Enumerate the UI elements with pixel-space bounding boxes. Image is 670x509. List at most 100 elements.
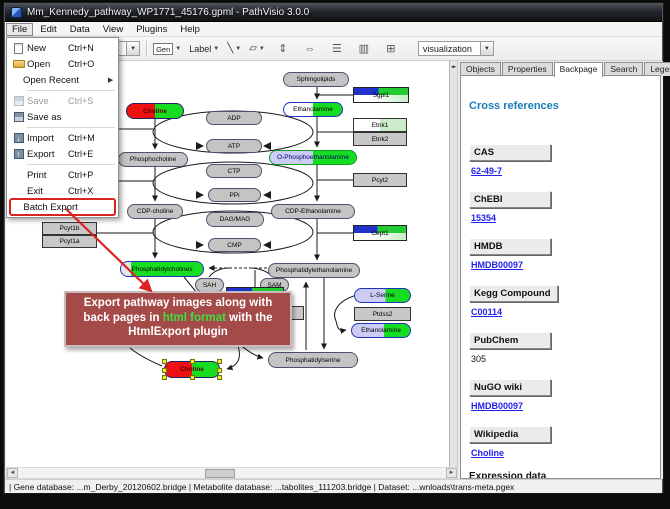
file-menu-item-exit[interactable]: ExitCtrl+X (7, 183, 118, 199)
file-menu-item-batch-export[interactable]: Batch Export (7, 199, 118, 215)
node-label: Phosphocholine (130, 156, 176, 163)
file-menu-item-export[interactable]: ↑ExportCtrl+E (7, 146, 118, 162)
pathway-node-ethanolamine[interactable]: Ethanolamine (351, 323, 411, 338)
shortcut-text: Ctrl+X (68, 186, 106, 196)
pathway-node-etnk2[interactable]: Etnk2 (353, 132, 407, 146)
xref-value-c00114[interactable]: C00114 (471, 307, 660, 317)
distribute-vertical-icon[interactable]: ▥ (354, 40, 374, 58)
align-center-vertical-icon[interactable]: ⇕ (273, 40, 293, 58)
tab-properties[interactable]: Properties (502, 62, 553, 76)
pathway-node-phosphatidylethanolamine[interactable]: Phosphatidylethanolamine (268, 263, 360, 278)
tab-legend[interactable]: Legend (644, 62, 670, 76)
pathway-node-pcyt1b[interactable]: Pcyt1b (42, 222, 97, 235)
xref-value-15354[interactable]: 15354 (471, 213, 660, 223)
pathway-node-phosphatidylserine[interactable]: Phosphatidylserine (268, 352, 358, 368)
xref-value-choline[interactable]: Choline (471, 448, 660, 458)
shortcut-text: Ctrl+O (68, 59, 106, 69)
visualization-dropdown-icon[interactable]: ▼ (480, 42, 493, 55)
xref-value-hmdb00097[interactable]: HMDB00097 (471, 260, 660, 270)
file-menu-item-save-as[interactable]: Save as (7, 109, 118, 125)
visualization-value: visualization (419, 44, 480, 54)
pathway-node-cmp[interactable]: CMP (208, 238, 261, 252)
node-label: Pcyt1b (60, 225, 80, 232)
title-bar: Mm_Kennedy_pathway_WP1771_45176.gpml - P… (5, 4, 662, 22)
node-label: Phosphatidylcholines (131, 266, 192, 273)
pathway-node-sgpl1[interactable]: Sgpl1 (353, 87, 409, 103)
file-menu-item-print[interactable]: PrintCtrl+P (7, 167, 118, 183)
selection-handle[interactable] (190, 375, 195, 380)
pathway-node-l-serine[interactable]: L-Serine (354, 288, 411, 303)
xref-value-hmdb00097[interactable]: HMDB00097 (471, 401, 660, 411)
node-label: Etnk1 (372, 122, 389, 129)
pathway-node-pcyt2[interactable]: Pcyt2 (353, 173, 407, 187)
pathway-node-sphingolipids[interactable]: Sphingolipids (283, 72, 349, 87)
open-folder-icon (13, 60, 25, 68)
visualization-combobox[interactable]: visualization ▼ (418, 41, 494, 56)
tab-backpage[interactable]: Backpage (554, 62, 604, 77)
pathway-node-phosphatidylcholines[interactable]: Phosphatidylcholines (120, 261, 204, 277)
file-menu-item-new[interactable]: NewCtrl+N (7, 40, 118, 56)
pathway-node-choline[interactable]: Choline (164, 361, 220, 378)
file-menu-item-open[interactable]: OpenCtrl+O (7, 56, 118, 72)
pathway-node-pcyt1a[interactable]: Pcyt1a (42, 235, 97, 248)
xref-value-62-49-7[interactable]: 62-49-7 (471, 166, 660, 176)
new-shape-button[interactable]: ▱ ▼ (249, 43, 265, 54)
file-menu-item-open-recent[interactable]: Open Recent▶ (7, 72, 118, 88)
common-size-icon[interactable]: ⊞ (381, 40, 401, 58)
node-label: Choline (143, 108, 167, 115)
scroll-left-icon[interactable]: ◄ (7, 468, 18, 478)
chevron-down-icon[interactable]: ▼ (175, 46, 181, 52)
new-line-button[interactable]: ╲ ▼ (227, 43, 241, 54)
pathway-node-ctp[interactable]: CTP (206, 164, 262, 178)
chevron-down-icon[interactable]: ▼ (213, 46, 219, 52)
node-label: CMP (227, 242, 241, 249)
splitter-collapse-icon[interactable]: ◂▸ (451, 64, 456, 70)
pathway-node-ptdss2[interactable]: Ptdss2 (354, 307, 411, 321)
pathway-node-phosphocholine[interactable]: Phosphocholine (118, 152, 188, 167)
horizontal-scrollbar[interactable]: ◄ ► (6, 467, 458, 479)
zoom-dropdown-icon[interactable]: ▼ (126, 42, 139, 55)
tab-objects[interactable]: Objects (460, 62, 501, 76)
menu-help[interactable]: Help (174, 23, 206, 36)
selection-handle[interactable] (217, 359, 222, 364)
menu-plugins[interactable]: Plugins (130, 23, 173, 36)
pathway-node-choline[interactable]: Choline (126, 103, 184, 119)
file-menu-item-import[interactable]: ↓ImportCtrl+M (7, 130, 118, 146)
align-center-horizontal-icon[interactable]: ⇔ (300, 40, 320, 58)
xref-source-box: CAS (469, 144, 551, 161)
xref-value-305: 305 (471, 354, 660, 364)
pathway-node-sah[interactable]: SAH (195, 278, 224, 292)
pathway-node-o-phosphoethanolamine[interactable]: O-Phosphoethanolamine (269, 150, 357, 165)
pathway-node-dag-mag[interactable]: DAG/MAG (206, 212, 264, 227)
pathway-node-cept1[interactable]: Cept1 (353, 225, 407, 241)
panel-splitter[interactable]: ◂▸ (450, 61, 458, 467)
pathway-node-ppi[interactable]: PPi (208, 188, 261, 202)
pathway-node-ethanolamine[interactable]: Ethanolamine (283, 102, 343, 117)
new-label-button[interactable]: Label ▼ (189, 44, 219, 54)
callout-highlight: html format (163, 312, 226, 324)
selection-handle[interactable] (162, 375, 167, 380)
selection-handle[interactable] (217, 375, 222, 380)
chevron-down-icon[interactable]: ▼ (235, 46, 241, 52)
menu-data[interactable]: Data (64, 23, 96, 36)
tab-search[interactable]: Search (604, 62, 643, 76)
selection-handle[interactable] (162, 368, 167, 373)
scrollbar-thumb[interactable] (205, 469, 235, 478)
pathway-node-cdp-ethanolamine[interactable]: CDP-Ethanolamine (271, 204, 355, 219)
chevron-down-icon[interactable]: ▼ (259, 46, 265, 52)
distribute-horizontal-icon[interactable]: ☰ (327, 40, 347, 58)
new-gene-product-button[interactable]: Gen ▼ (153, 43, 181, 55)
file-menu-item-label: Open (27, 59, 68, 70)
menu-view[interactable]: View (97, 23, 129, 36)
scroll-right-icon[interactable]: ► (446, 468, 457, 478)
menu-file[interactable]: File (6, 23, 33, 36)
pathway-node-etnk1[interactable]: Etnk1 (353, 118, 407, 132)
pathway-node-cdp-choline[interactable]: CDP-choline (127, 204, 183, 219)
xref-section-wikipedia: WikipediaCholine (469, 424, 660, 458)
selection-handle[interactable] (190, 359, 195, 364)
selection-handle[interactable] (217, 368, 222, 373)
pathway-node-adp[interactable]: ADP (206, 111, 262, 125)
selection-handle[interactable] (162, 359, 167, 364)
pathway-node-atp[interactable]: ATP (206, 139, 262, 153)
menu-edit[interactable]: Edit (34, 23, 62, 36)
